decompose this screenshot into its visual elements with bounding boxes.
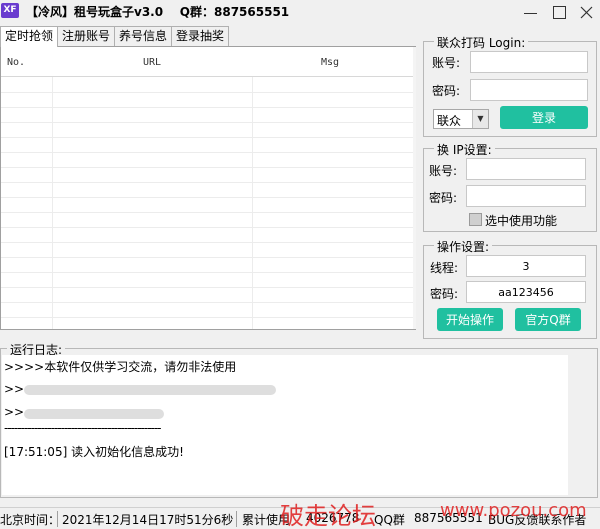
ip-password-label: 密码: bbox=[429, 191, 458, 205]
window-title: 【冷风】租号玩盒子v3.0 Q群：887565551 bbox=[26, 5, 290, 19]
status-divider bbox=[236, 511, 237, 527]
forum-watermark: 破走论坛 bbox=[280, 502, 376, 529]
ip-account-input[interactable] bbox=[466, 158, 586, 180]
captcha-service-select[interactable]: 联众 ▼ bbox=[433, 109, 489, 129]
row-gridline bbox=[1, 242, 413, 243]
row-gridline bbox=[1, 287, 413, 288]
column-divider bbox=[52, 77, 53, 329]
log-line: >> bbox=[4, 405, 25, 419]
beijing-time-value: 2021年12月14日17时51分6秒 bbox=[62, 513, 234, 527]
official-qq-group-button[interactable]: 官方Q群 bbox=[515, 308, 581, 331]
log-scrollbar[interactable] bbox=[569, 355, 597, 495]
close-icon bbox=[580, 6, 592, 18]
log-line: >>>>本软件仅供学习交流，请勿非法使用 bbox=[4, 360, 237, 374]
row-gridline bbox=[1, 317, 413, 318]
ip-password-input[interactable] bbox=[466, 185, 586, 207]
task-table[interactable]: No. URL Msg bbox=[0, 46, 416, 330]
row-gridline bbox=[1, 272, 413, 273]
tab-register-account[interactable]: 注册账号 bbox=[57, 26, 116, 46]
row-gridline bbox=[1, 152, 413, 153]
row-gridline bbox=[1, 182, 413, 183]
row-gridline bbox=[1, 302, 413, 303]
row-gridline bbox=[1, 92, 413, 93]
ip-account-label: 账号: bbox=[429, 164, 458, 178]
tab-login-lottery[interactable]: 登录抽奖 bbox=[171, 26, 230, 46]
log-separator: ----------------------------------------… bbox=[4, 421, 162, 435]
row-gridline bbox=[1, 227, 413, 228]
threads-input[interactable]: 3 bbox=[466, 255, 586, 277]
beijing-time-label: 北京时间： bbox=[0, 513, 61, 527]
row-gridline bbox=[1, 212, 413, 213]
row-gridline bbox=[1, 197, 413, 198]
threads-label: 线程: bbox=[430, 261, 459, 275]
tab-bar: 定时抢领 注册账号 养号信息 登录抽奖 bbox=[0, 26, 230, 47]
table-scrollbar[interactable] bbox=[413, 47, 416, 329]
qq-group-label: QQ群 bbox=[374, 513, 405, 527]
login-account-input[interactable] bbox=[470, 51, 588, 73]
start-operation-button[interactable]: 开始操作 bbox=[437, 308, 503, 331]
column-header-no[interactable]: No. bbox=[7, 57, 25, 68]
status-bar: 北京时间： 2021年12月14日17时51分6秒 累计使用 4026778 Q… bbox=[0, 500, 600, 529]
minimize-button[interactable] bbox=[516, 0, 544, 24]
login-group: 联众打码 Login: 账号: 密码: 联众 ▼ 登录 bbox=[423, 34, 597, 137]
run-log-group: 运行日志: >>>>本软件仅供学习交流，请勿非法使用 >> >> -------… bbox=[0, 341, 598, 498]
table-header: No. URL Msg bbox=[1, 47, 415, 77]
use-ip-checkbox-label[interactable]: 选中使用功能 bbox=[485, 212, 557, 229]
tab-account-info[interactable]: 养号信息 bbox=[114, 26, 173, 46]
maximize-icon bbox=[552, 5, 566, 19]
login-password-input[interactable] bbox=[470, 79, 588, 101]
row-gridline bbox=[1, 167, 413, 168]
redacted-text bbox=[24, 385, 276, 395]
minimize-icon bbox=[523, 12, 537, 14]
use-ip-checkbox[interactable] bbox=[469, 213, 482, 226]
column-header-msg[interactable]: Msg bbox=[321, 57, 339, 68]
log-line: >> bbox=[4, 382, 25, 396]
operation-password-input[interactable]: aa123456 bbox=[466, 281, 586, 303]
operation-settings-group: 操作设置: 线程: 3 密码: aa123456 开始操作 官方Q群 bbox=[423, 238, 597, 339]
maximize-button[interactable] bbox=[545, 0, 573, 24]
chevron-down-icon: ▼ bbox=[472, 110, 488, 128]
row-gridline bbox=[1, 257, 413, 258]
log-line: [17:51:05] 读入初始化信息成功! bbox=[4, 445, 184, 459]
captcha-service-value: 联众 bbox=[437, 114, 462, 128]
login-password-label: 密码: bbox=[432, 84, 461, 98]
operation-password-label: 密码: bbox=[430, 287, 459, 301]
login-button[interactable]: 登录 bbox=[500, 106, 588, 129]
row-gridline bbox=[1, 137, 413, 138]
tab-timed-grab[interactable]: 定时抢领 bbox=[0, 26, 59, 47]
column-divider bbox=[252, 77, 253, 329]
operation-group-title: 操作设置: bbox=[434, 238, 493, 255]
ip-group-title: 换 IP设置: bbox=[434, 141, 495, 158]
redacted-text bbox=[24, 409, 164, 419]
forum-watermark-url: www.pozou.com bbox=[440, 500, 587, 521]
login-group-title: 联众打码 Login: bbox=[434, 34, 529, 51]
status-divider bbox=[57, 511, 58, 527]
ip-settings-group: 换 IP设置: 账号: 密码: 选中使用功能 bbox=[423, 141, 597, 232]
row-gridline bbox=[1, 122, 413, 123]
run-log-textarea[interactable]: >>>>本软件仅供学习交流，请勿非法使用 >> >> -------------… bbox=[2, 355, 568, 495]
row-gridline bbox=[1, 107, 413, 108]
login-account-label: 账号: bbox=[432, 56, 461, 70]
title-bar: XF 【冷风】租号玩盒子v3.0 Q群：887565551 bbox=[0, 0, 600, 24]
column-header-url[interactable]: URL bbox=[143, 57, 161, 68]
close-button[interactable] bbox=[572, 0, 600, 24]
app-logo-icon: XF bbox=[1, 3, 19, 18]
